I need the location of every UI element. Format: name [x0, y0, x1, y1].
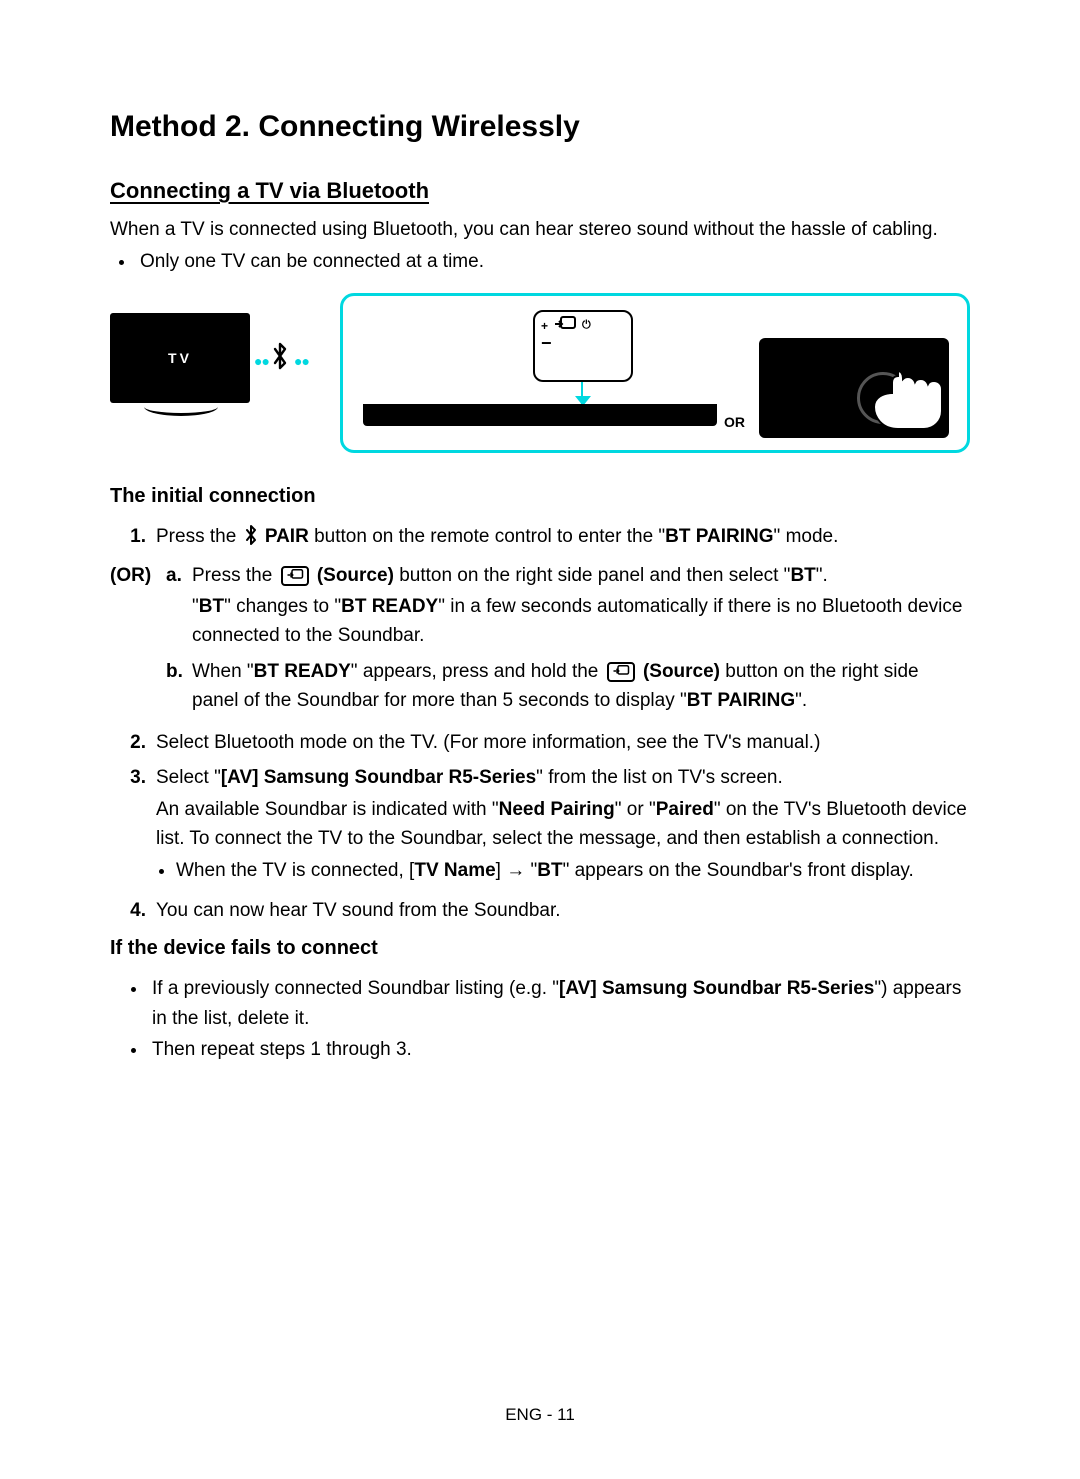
text: " or "	[615, 799, 656, 820]
tv-icon: TV	[110, 313, 250, 403]
step-number: 3.	[110, 763, 156, 890]
text: " mode.	[774, 526, 839, 547]
text: button on the right side panel and then …	[399, 565, 790, 586]
section-header-initial: The initial connection	[110, 485, 970, 508]
illustration-row: TV ●● ●● + ⏻ − OR	[110, 293, 970, 453]
source-icon	[607, 662, 635, 682]
text: " changes to "	[224, 596, 341, 617]
steps-list: 1. Press the PAIR button on the remote c…	[110, 522, 970, 925]
step-number: 4.	[110, 896, 156, 925]
bt-label: BT	[199, 596, 224, 617]
text: " appears, press and hold the	[351, 661, 604, 682]
section-header-fail: If the device fails to connect	[110, 937, 970, 960]
step-3: 3. Select "[AV] Samsung Soundbar R5-Seri…	[110, 763, 970, 890]
volume-minus-label: −	[541, 333, 625, 354]
source-label: (Source)	[643, 661, 720, 682]
list-item: If a previously connected Soundbar listi…	[148, 974, 970, 1033]
text: When "	[192, 661, 254, 682]
model-name: [AV] Samsung Soundbar R5-Series	[221, 767, 536, 788]
note-item: Only one TV can be connected at a time.	[136, 248, 970, 276]
bluetooth-pair-icon	[244, 525, 258, 554]
list-item: When the TV is connected, [TV Name] → "B…	[176, 857, 970, 886]
step-body: Select Bluetooth mode on the TV. (For mo…	[156, 728, 970, 757]
text: When the TV is connected, [	[176, 860, 414, 881]
or-label: (OR)	[110, 561, 166, 722]
text: " appears on the Soundbar's front displa…	[563, 860, 914, 881]
intro-text: When a TV is connected using Bluetooth, …	[110, 216, 970, 244]
step-2: 2. Select Bluetooth mode on the TV. (For…	[110, 728, 970, 757]
list-item: Then repeat steps 1 through 3.	[148, 1035, 970, 1064]
bt-label: BT	[537, 860, 562, 881]
paired-label: Paired	[656, 799, 714, 820]
intro-notes: Only one TV can be connected at a time.	[136, 248, 970, 276]
bt-pairing-label: BT PAIRING	[687, 690, 795, 711]
section-subtitle: Connecting a TV via Bluetooth	[110, 178, 970, 204]
source-label: (Source)	[317, 565, 394, 586]
bluetooth-icon	[270, 341, 290, 378]
pair-label: PAIR	[265, 526, 309, 547]
signal-dots-left: ●●	[254, 353, 269, 369]
soundbar-icon	[363, 404, 717, 426]
text: Press the	[192, 565, 278, 586]
text: An available Soundbar is indicated with …	[156, 799, 499, 820]
sub-letter: b.	[166, 657, 192, 716]
signal-dots-right: ●●	[294, 353, 309, 369]
step-body: Press the PAIR button on the remote cont…	[156, 522, 970, 554]
fail-list: If a previously connected Soundbar listi…	[148, 974, 970, 1064]
text: ".	[816, 565, 828, 586]
bt-ready-label: BT READY	[254, 661, 351, 682]
remote-illustration	[759, 338, 949, 438]
page-footer: ENG - 11	[0, 1405, 1080, 1425]
text: ] → "	[496, 860, 538, 881]
source-icon	[554, 316, 576, 335]
tv-label: TV	[168, 350, 192, 366]
tv-name-label: TV Name	[414, 860, 495, 881]
tv-illustration: TV ●● ●●	[110, 293, 310, 433]
model-name: [AV] Samsung Soundbar R5-Series	[559, 978, 874, 999]
step-body: Select "[AV] Samsung Soundbar R5-Series"…	[156, 763, 970, 890]
step-body: Press the (Source) button on the right s…	[192, 561, 970, 651]
bt-label: BT	[790, 565, 815, 586]
power-icon: ⏻	[582, 319, 591, 332]
or-label: OR	[724, 414, 745, 430]
hand-icon	[843, 368, 943, 438]
step-body: You can now hear TV sound from the Sound…	[156, 896, 970, 925]
page-title: Method 2. Connecting Wirelessly	[110, 110, 970, 144]
step-number: 1.	[110, 522, 156, 554]
step-body: When "BT READY" appears, press and hold …	[192, 657, 970, 716]
soundbar-button-panel: + ⏻ −	[533, 310, 633, 382]
text: "	[192, 596, 199, 617]
text: If a previously connected Soundbar listi…	[152, 978, 559, 999]
bt-pairing-label: BT PAIRING	[665, 526, 773, 547]
soundbar-illustration-panel: + ⏻ − OR	[340, 293, 970, 453]
volume-plus-label: +	[541, 319, 548, 333]
text: Select "	[156, 767, 221, 788]
text: button on the remote control to enter th…	[314, 526, 665, 547]
step-a: a. Press the (Source) button on the righ…	[166, 561, 970, 651]
sub-letter: a.	[166, 561, 192, 651]
text: " from the list on TV's screen.	[536, 767, 783, 788]
tv-stand	[144, 403, 218, 416]
step-number: 2.	[110, 728, 156, 757]
text: ".	[795, 690, 807, 711]
bt-ready-label: BT READY	[341, 596, 438, 617]
step-or-block: (OR) a. Press the (Source) button on the…	[110, 561, 970, 722]
step-4: 4. You can now hear TV sound from the So…	[110, 896, 970, 925]
step-1: 1. Press the PAIR button on the remote c…	[110, 522, 970, 554]
step-3-sub-bullets: When the TV is connected, [TV Name] → "B…	[176, 857, 970, 886]
manual-page: Method 2. Connecting Wirelessly Connecti…	[0, 0, 1080, 1479]
source-icon	[281, 566, 309, 586]
step-b: b. When "BT READY" appears, press and ho…	[166, 657, 970, 716]
need-pairing-label: Need Pairing	[499, 799, 615, 820]
text: Press the	[156, 526, 242, 547]
